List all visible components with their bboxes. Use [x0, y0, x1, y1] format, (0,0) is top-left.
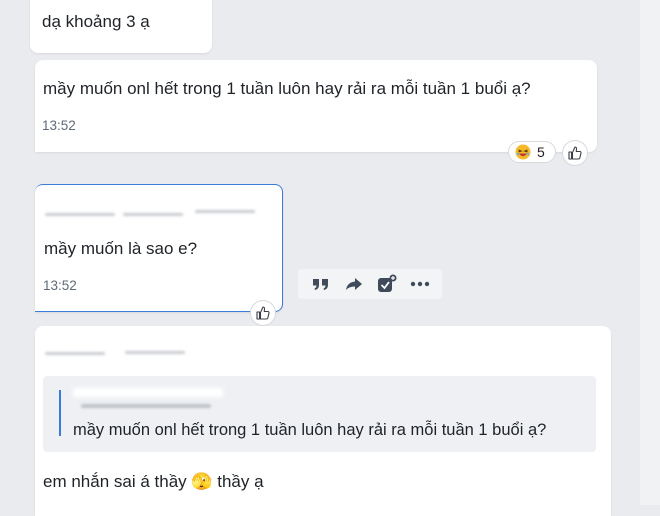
message-bubble-4[interactable]: mầy muốn onl hết trong 1 tuần luôn hay r… — [35, 326, 611, 516]
thumbs-up-icon — [256, 306, 270, 320]
add-task-icon[interactable] — [374, 271, 400, 297]
thumbs-up-icon — [568, 146, 582, 160]
quote-icon[interactable] — [308, 271, 334, 297]
laughing-emoji-icon — [515, 144, 531, 160]
message-text: dạ khoảng 3 ạ — [42, 12, 150, 31]
message-time: 13:52 — [42, 118, 76, 133]
like-button[interactable] — [562, 140, 588, 166]
reaction-count: 5 — [537, 144, 545, 160]
message-bubble-3[interactable]: mầy muốn là sao e? 13:52 — [35, 184, 283, 312]
message-text: em nhắn sai á thầy 🫣 thầy ạ — [43, 472, 264, 491]
message-bubble-2[interactable]: mầy muốn onl hết trong 1 tuần luôn hay r… — [35, 60, 597, 152]
scrollbar-track[interactable] — [640, 0, 660, 505]
message-text: mầy muốn là sao e? — [44, 239, 198, 258]
message-action-toolbar — [298, 269, 442, 299]
forward-icon[interactable] — [341, 271, 367, 297]
quoted-message[interactable]: mầy muốn onl hết trong 1 tuần luôn hay r… — [43, 376, 596, 452]
message-bubble-1[interactable]: dạ khoảng 3 ạ — [30, 0, 212, 53]
quote-text: mầy muốn onl hết trong 1 tuần luôn hay r… — [73, 421, 547, 439]
message-time: 13:52 — [43, 278, 77, 293]
message-text: mầy muốn onl hết trong 1 tuần luôn hay r… — [43, 79, 531, 98]
like-button[interactable] — [250, 300, 276, 326]
reaction-pill[interactable]: 5 — [508, 141, 556, 163]
more-icon[interactable] — [407, 271, 433, 297]
quote-bar — [59, 390, 61, 436]
